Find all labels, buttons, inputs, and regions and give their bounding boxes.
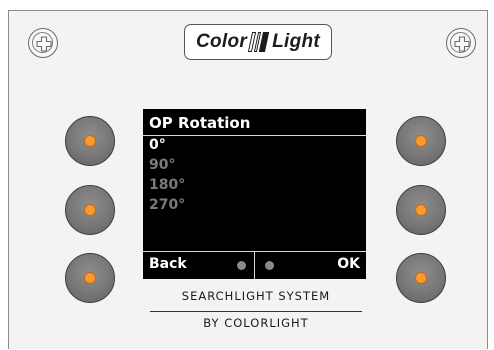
- led-indicator: [84, 135, 96, 147]
- led-indicator: [415, 204, 427, 216]
- screw-icon: [28, 28, 58, 58]
- scroll-dot-icon: [237, 261, 246, 270]
- right-button-1[interactable]: [396, 116, 446, 166]
- back-softkey-label: Back: [149, 256, 187, 272]
- colorlight-logo: Color Light: [184, 24, 332, 60]
- menu-option-90[interactable]: 90°: [149, 157, 175, 173]
- menu-option-0[interactable]: 0°: [149, 137, 166, 153]
- menu-option-270[interactable]: 270°: [149, 197, 185, 213]
- led-indicator: [415, 272, 427, 284]
- screw-icon: [446, 28, 476, 58]
- logo-word-color: Color: [195, 31, 248, 52]
- left-button-1[interactable]: [65, 116, 115, 166]
- brand-line-1: SEARCHLIGHT SYSTEM: [181, 289, 331, 303]
- left-button-2[interactable]: [65, 185, 115, 235]
- led-indicator: [84, 204, 96, 216]
- menu-title: OP Rotation: [149, 114, 251, 132]
- logo-bars-icon: [247, 31, 270, 53]
- menu-option-180[interactable]: 180°: [149, 177, 185, 193]
- softkey-center-divider: [254, 252, 255, 279]
- led-indicator: [84, 272, 96, 284]
- brand-divider: [150, 311, 362, 312]
- title-divider: [143, 135, 366, 136]
- right-button-2[interactable]: [396, 185, 446, 235]
- scroll-dot-icon: [265, 261, 274, 270]
- logo-word-light: Light: [272, 31, 321, 52]
- back-soft-button[interactable]: [65, 253, 115, 303]
- led-indicator: [415, 135, 427, 147]
- ok-softkey-label: OK: [337, 256, 360, 272]
- ok-soft-button[interactable]: [396, 253, 446, 303]
- brand-line-2: BY COLORLIGHT: [203, 316, 309, 330]
- lcd-screen: OP Rotation 0° 90° 180° 270° Back OK: [143, 109, 366, 279]
